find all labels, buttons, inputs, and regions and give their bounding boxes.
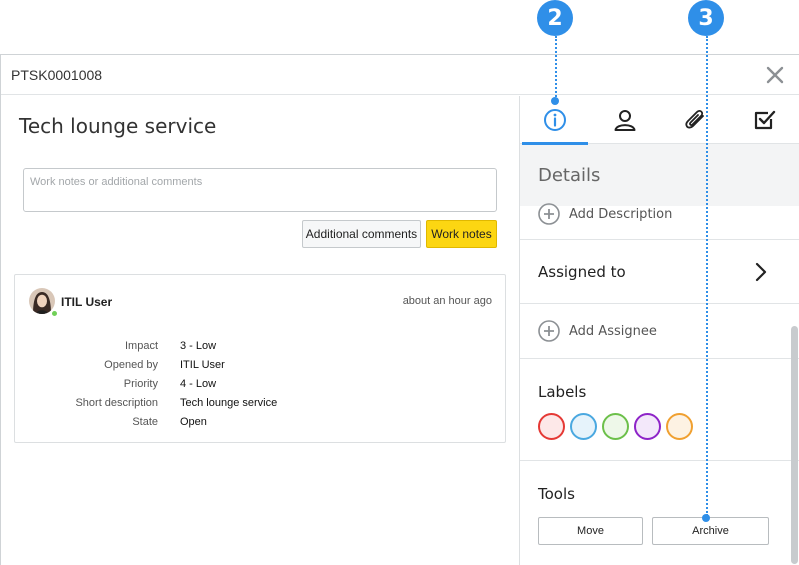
field-row-short-description: Short description Tech lounge service [15, 393, 505, 412]
callout-2-dot [551, 97, 559, 105]
tools-section: Tools Move Archive [520, 461, 799, 565]
additional-comments-button[interactable]: Additional comments [302, 220, 421, 248]
callout-2: 2 [537, 0, 573, 36]
add-description-label: Add Description [569, 206, 673, 222]
record-title: Tech lounge service [19, 114, 217, 138]
activity-fields: Impact 3 - Low Opened by ITIL User Prior… [15, 336, 505, 431]
sidebar-scrollbar[interactable] [791, 326, 798, 564]
field-row-priority: Priority 4 - Low [15, 374, 505, 393]
field-row-state: State Open [15, 412, 505, 431]
close-icon[interactable] [765, 65, 785, 85]
field-value: 4 - Low [180, 377, 217, 390]
labels-title: Labels [538, 383, 587, 401]
task-window: PTSK0001008 Tech lounge service Addition… [0, 54, 799, 565]
field-value: Tech lounge service [180, 396, 278, 409]
title-bar: PTSK0001008 [1, 55, 799, 95]
label-red[interactable] [538, 413, 565, 440]
field-row-impact: Impact 3 - Low [15, 336, 505, 355]
field-label: Impact [124, 339, 158, 352]
user-icon [614, 110, 636, 131]
field-value: Open [180, 415, 207, 428]
activity-timestamp: about an hour ago [402, 295, 492, 307]
move-button[interactable]: Move [538, 517, 643, 545]
callout-2-line [555, 36, 557, 100]
label-blue[interactable] [570, 413, 597, 440]
callout-3: 3 [688, 0, 724, 36]
field-label: State [132, 415, 158, 428]
add-description-section: Add Description [520, 203, 799, 240]
activity-card: ITIL User about an hour ago Impact 3 - L… [14, 274, 506, 443]
add-description-button[interactable]: Add Description [538, 201, 672, 227]
label-color-picker [538, 413, 799, 440]
plus-circle-icon [538, 203, 560, 225]
field-label: Opened by [104, 358, 158, 371]
label-orange[interactable] [666, 413, 693, 440]
labels-section: Labels [520, 359, 799, 461]
field-row-opened-by: Opened by ITIL User [15, 355, 505, 374]
presence-indicator [51, 310, 58, 317]
field-label: Short description [75, 396, 158, 409]
add-assignee-section: Add Assignee [520, 304, 799, 359]
callout-3-dot [702, 514, 710, 522]
add-assignee-button[interactable]: Add Assignee [538, 320, 657, 342]
paperclip-icon [685, 109, 704, 129]
activity-user-name: ITIL User [61, 295, 113, 309]
work-notes-button[interactable]: Work notes [426, 220, 497, 248]
add-assignee-label: Add Assignee [569, 323, 657, 339]
details-header: Details [520, 144, 799, 206]
tools-title: Tools [538, 485, 575, 503]
plus-circle-icon [538, 320, 560, 342]
tab-assignee[interactable] [590, 96, 660, 144]
chevron-right-icon [755, 262, 767, 282]
window-title: PTSK0001008 [11, 66, 103, 83]
label-green[interactable] [602, 413, 629, 440]
field-label: Priority [123, 377, 158, 390]
archive-button[interactable]: Archive [652, 517, 769, 545]
details-sidebar: Details Add Description Assigned to Add … [519, 96, 799, 565]
label-purple[interactable] [634, 413, 661, 440]
field-value: ITIL User [180, 358, 225, 371]
tab-attachments[interactable] [660, 96, 730, 144]
assigned-to-section[interactable]: Assigned to [520, 240, 799, 304]
checkbox-icon [754, 110, 776, 130]
callout-3-line [706, 36, 708, 516]
tab-checklist[interactable] [730, 96, 799, 144]
sidebar-tabs [520, 96, 799, 145]
field-value: 3 - Low [180, 339, 217, 352]
info-icon [544, 109, 566, 131]
work-notes-input[interactable] [23, 168, 497, 212]
record-pane: Tech lounge service Additional comments … [1, 96, 519, 565]
assigned-to-title: Assigned to [538, 262, 626, 281]
